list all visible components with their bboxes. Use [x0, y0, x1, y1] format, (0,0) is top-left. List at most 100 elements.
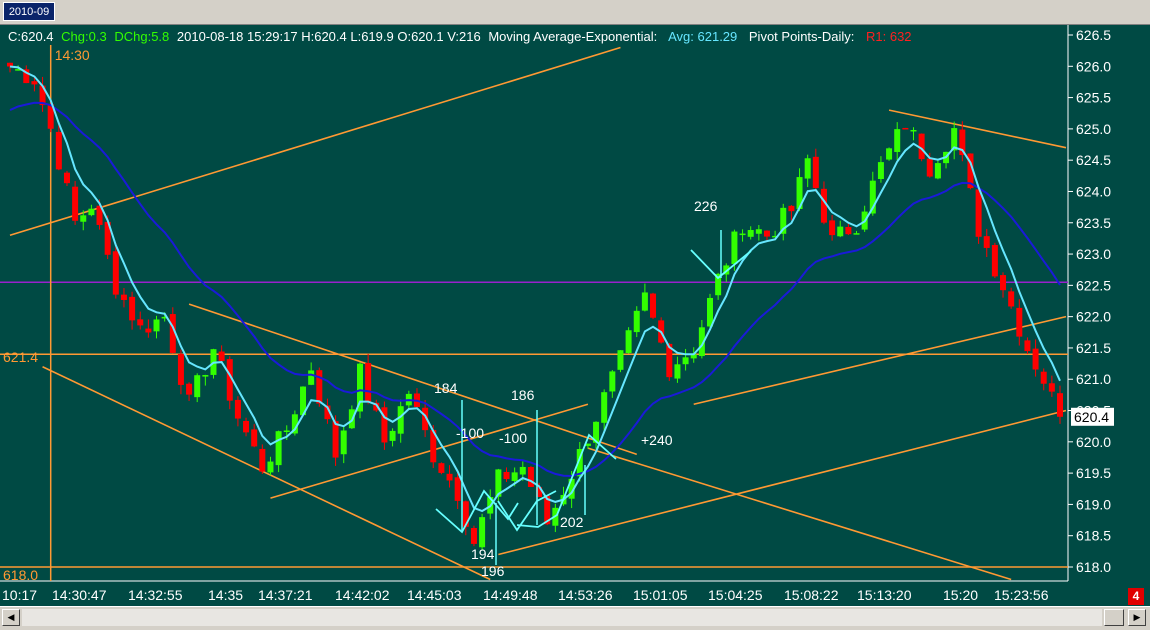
candle-body [983, 236, 990, 248]
y-tick-label: 626.0 [1076, 58, 1111, 74]
candle-body [72, 186, 79, 221]
x-tick-label: 14:49:48 [483, 587, 538, 603]
candle-body [332, 421, 339, 458]
candle-body [454, 477, 461, 501]
candle-body [609, 371, 616, 392]
candle-body [519, 466, 526, 475]
candle-body [804, 158, 811, 179]
candle-body [788, 205, 795, 212]
candle-body [397, 406, 404, 434]
header-chg: Chg:0.3 [61, 29, 107, 44]
header-ma-label: Moving Average-Exponential: [488, 29, 657, 44]
candle-body [55, 131, 62, 170]
candle-body [275, 431, 282, 466]
y-tick-label: 621.0 [1076, 371, 1111, 387]
candle-body [267, 461, 274, 473]
x-tick-label: 14:45:03 [407, 587, 462, 603]
candle-body [837, 226, 844, 237]
candle-body [886, 148, 893, 160]
candle-body [470, 528, 477, 544]
price-level-label: 618.0 [3, 567, 38, 583]
candle-body [853, 233, 860, 235]
x-tick-label: 15:01:05 [633, 587, 688, 603]
x-tick-label: 14:35 [208, 587, 243, 603]
candle-body [1000, 275, 1007, 291]
price-level-label: 621.4 [3, 349, 38, 365]
time-marker-label: 14:30 [55, 47, 90, 63]
y-tick-label: 623.0 [1076, 246, 1111, 262]
x-tick-label: 14:53:26 [558, 587, 613, 603]
y-tick-label: 619.5 [1076, 465, 1111, 481]
candle-body [934, 163, 941, 179]
candle-body [894, 129, 901, 152]
candle-body [926, 158, 933, 177]
candle-body [1048, 383, 1055, 392]
candle-body [243, 420, 250, 433]
y-tick-label: 620.0 [1076, 434, 1111, 450]
candle-body [650, 293, 657, 318]
candle-body [365, 362, 372, 402]
x-tick-label: 14:42:02 [335, 587, 390, 603]
horizontal-scrollbar[interactable]: ◀ ▶ [0, 606, 1150, 630]
candle-body [202, 375, 209, 377]
alert-badge[interactable]: 4 [1128, 588, 1144, 605]
x-tick-label: 15:08:22 [784, 587, 839, 603]
header-pivot-label: Pivot Points-Daily: [749, 29, 854, 44]
header-ohlc: 2010-08-18 15:29:17 H:620.4 L:619.9 O:62… [177, 29, 481, 44]
annotation-label: 186 [511, 387, 535, 403]
candle-body [503, 471, 510, 480]
candle-body [308, 370, 315, 385]
candle-body [877, 162, 884, 180]
candle-body [739, 233, 746, 236]
header-dchg: DChg:5.8 [114, 29, 169, 44]
y-tick-label: 621.5 [1076, 340, 1111, 356]
candle-body [674, 364, 681, 379]
last-price-label: 620.4 [1074, 409, 1109, 425]
candle-body [755, 229, 762, 234]
y-tick-label: 626.5 [1076, 27, 1111, 43]
annotation-label: -100 [499, 430, 527, 446]
tab-contract[interactable]: 2010-09 [3, 2, 55, 21]
candle-body [991, 244, 998, 277]
y-tick-label: 624.5 [1076, 152, 1111, 168]
candle-body [194, 375, 201, 398]
candle-body [259, 448, 266, 472]
annotation-label: +240 [641, 432, 673, 448]
candle-body [763, 230, 770, 237]
candle-body [137, 319, 144, 326]
candle-body [910, 129, 917, 132]
annotation-label: 194 [471, 546, 495, 562]
candle-body [1032, 348, 1039, 370]
candle-body [601, 392, 608, 423]
candle-body [80, 215, 87, 222]
tab-bar: 2010-09 [0, 0, 1150, 25]
candle-body [707, 297, 713, 327]
candle-body [527, 467, 534, 487]
scroll-track[interactable] [22, 609, 1102, 626]
candle-body [731, 231, 738, 264]
candle-body [218, 351, 225, 361]
y-tick-label: 624.0 [1076, 183, 1111, 199]
y-tick-label: 622.0 [1076, 309, 1111, 325]
scroll-thumb[interactable] [1104, 609, 1124, 626]
x-tick-label: 14:37:21 [258, 587, 313, 603]
candle-body [747, 230, 754, 237]
header-ma-value: Avg: 621.29 [668, 29, 737, 44]
scroll-left-icon[interactable]: ◀ [2, 609, 20, 626]
annotation-label: 202 [560, 514, 584, 530]
y-tick-label: 623.5 [1076, 215, 1111, 231]
scroll-right-icon[interactable]: ▶ [1128, 609, 1146, 626]
x-tick-label: 15:13:20 [857, 587, 912, 603]
y-tick-label: 619.0 [1076, 496, 1111, 512]
candle-body [251, 429, 258, 447]
x-tick-label: 15:20 [943, 587, 978, 603]
candle-body [120, 294, 127, 300]
y-tick-label: 622.5 [1076, 277, 1111, 293]
candle-body [1057, 393, 1063, 417]
candle-body [617, 350, 624, 370]
x-tick-label: 14:32:55 [128, 587, 183, 603]
candle-body [283, 430, 290, 432]
header-pivot-value: R1: 632 [866, 29, 912, 44]
candle-body [511, 472, 518, 481]
candle-body [63, 172, 70, 184]
